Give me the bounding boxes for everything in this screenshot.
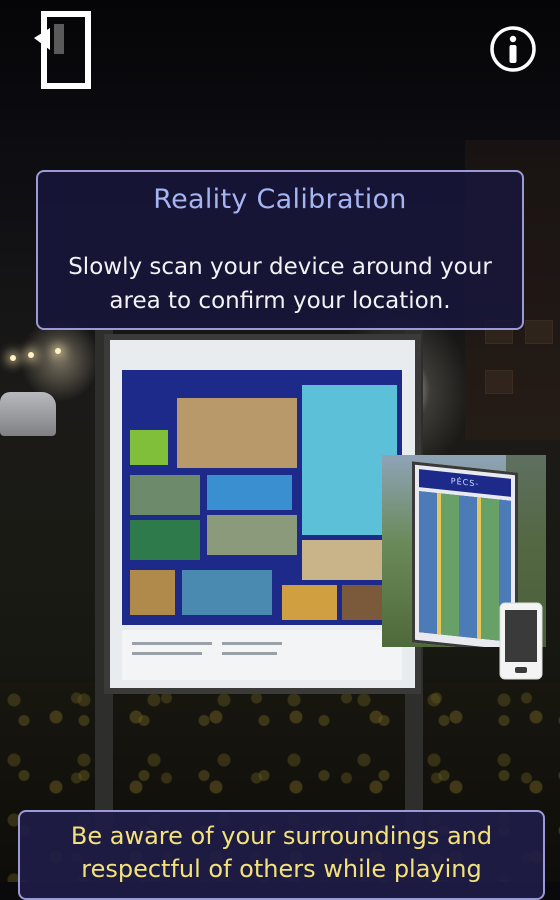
info-board	[110, 340, 415, 688]
exit-button[interactable]	[32, 10, 94, 90]
calibration-panel: Reality Calibration Slowly scan your dev…	[36, 170, 524, 330]
safety-warning-banner: Be aware of your surroundings and respec…	[18, 810, 545, 900]
info-icon	[490, 26, 536, 72]
safety-warning-text: Be aware of your surroundings and respec…	[70, 822, 493, 883]
exit-door-icon	[34, 11, 91, 89]
board-footer	[122, 630, 402, 680]
info-button[interactable]	[489, 25, 537, 73]
phone-icon	[498, 601, 544, 681]
parked-car	[0, 392, 56, 436]
camera-feed	[0, 0, 560, 882]
calibration-title: Reality Calibration	[153, 184, 407, 215]
board-blue-panel	[122, 370, 402, 625]
calibration-message: Slowly scan your device around your area…	[68, 254, 492, 314]
